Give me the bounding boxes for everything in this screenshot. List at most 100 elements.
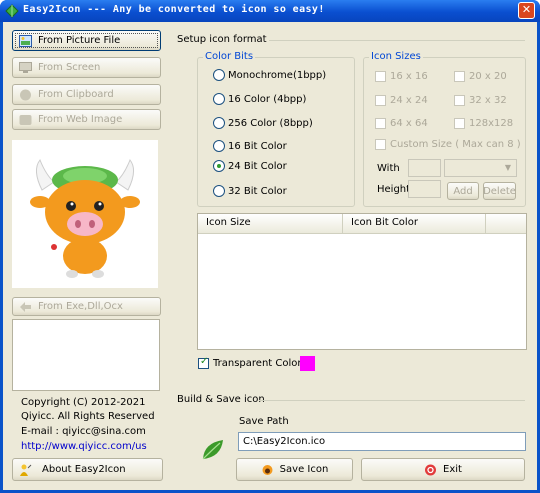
icon-list-table[interactable]: Icon Size Icon Bit Color [197,213,527,350]
size-32-checkbox[interactable]: 32 x 32 [454,95,507,106]
col-header-bit-color[interactable]: Icon Bit Color [343,214,486,234]
radio-256-color[interactable]: 256 Color (8bpp) [213,117,313,129]
from-exe-button[interactable]: From Exe,Dll,Ocx [12,297,161,316]
size-20-checkbox[interactable]: 20 x 20 [454,71,507,82]
transparent-color-swatch[interactable] [300,356,315,371]
checkbox-box [454,95,465,106]
checkbox-box [454,71,465,82]
save-path-input[interactable]: C:\Easy2Icon.ico [238,432,526,451]
radio-label: 256 Color (8bpp) [228,117,313,129]
width-label: With [377,163,400,174]
radio-monochrome[interactable]: Monochrome(1bpp) [213,69,326,81]
radio-dot [213,117,225,129]
save-icon-label: Save Icon [279,464,329,475]
checkbox-label: Custom Size ( Max can 8 ) [390,139,521,150]
checkbox-label: 64 x 64 [390,118,428,129]
build-save-title: Build & Save icon [177,394,265,405]
height-label: Height [377,184,411,195]
exe-icon-list[interactable] [12,319,160,391]
checkbox-label: 20 x 20 [469,71,507,82]
from-clipboard-button[interactable]: From Clipboard [12,84,161,105]
exe-arrow-icon [20,301,31,312]
radio-label: 16 Color (4bpp) [228,93,307,105]
checkbox-box [454,118,465,129]
from-screen-label: From Screen [38,62,101,73]
email-text: E-mail : qiyicc@sina.com [21,426,146,437]
checkbox-box [375,95,386,106]
radio-dot [213,69,225,81]
cow-mascot-image [30,159,140,278]
save-path-label: Save Path [239,416,289,427]
size-128-checkbox[interactable]: 128x128 [454,118,513,129]
clipboard-icon [20,89,31,100]
delete-size-label: Delete [483,185,516,197]
website-link[interactable]: http://www.qiyicc.com/us [21,441,147,452]
radio-dot [213,93,225,105]
size-16-checkbox[interactable]: 16 x 16 [375,71,428,82]
client-area: From Picture File From Screen From Clipb… [3,22,537,490]
color-bits-title: Color Bits [203,51,256,62]
checkbox-box [375,118,386,129]
about-label: About Easy2Icon [42,464,126,475]
app-logo-icon [5,4,19,18]
checkbox-label: 24 x 24 [390,95,428,106]
rights-text: Qiyicc. All Rights Reserved [21,411,155,422]
radio-dot [213,140,225,152]
close-button[interactable]: ✕ [518,2,535,19]
checkbox-label: 32 x 32 [469,95,507,106]
radio-dot-selected [213,160,225,172]
from-web-image-button[interactable]: From Web Image [12,109,161,130]
exit-button[interactable]: Exit [361,458,525,481]
radio-label: 24 Bit Color [228,160,287,172]
from-picture-file-button[interactable]: From Picture File [12,30,161,51]
size-dropdown[interactable]: ▼ [444,159,517,177]
leaf-icon [202,440,223,460]
checkbox-box-checked [198,356,209,369]
size-64-checkbox[interactable]: 64 x 64 [375,118,428,129]
height-input[interactable] [408,180,441,198]
checkbox-box [375,139,386,150]
about-person-icon [20,464,32,476]
from-web-image-label: From Web Image [38,114,123,125]
checkbox-label: 128x128 [469,118,514,129]
exit-label: Exit [443,464,462,475]
radio-16-color[interactable]: 16 Color (4bpp) [213,93,306,105]
window-title: Easy2Icon --- Any be converted to icon s… [23,4,325,15]
build-separator [259,400,525,401]
add-size-button[interactable]: Add [447,182,479,200]
radio-label: 32 Bit Color [228,185,287,197]
from-screen-button[interactable]: From Screen [12,57,161,78]
delete-size-button[interactable]: Delete [483,182,516,200]
preview-panel [12,140,158,288]
table-header: Icon Size Icon Bit Color [198,214,526,234]
chevron-down-icon: ▼ [504,163,512,172]
add-size-label: Add [453,185,473,197]
from-exe-label: From Exe,Dll,Ocx [38,301,123,312]
transparent-color-checkbox[interactable]: Transparent Color [198,356,302,369]
checkbox-label: 16 x 16 [390,71,428,82]
radio-label: Monochrome(1bpp) [228,69,327,81]
radio-label: 16 Bit Color [228,140,287,152]
exit-icon [425,464,437,475]
icon-sizes-title: Icon Sizes [369,51,423,62]
about-button[interactable]: About Easy2Icon [12,458,163,481]
col-header-icon-size[interactable]: Icon Size [198,214,343,234]
screen-icon [19,61,32,73]
transparent-color-label: Transparent Color [213,358,302,369]
title-bar[interactable]: Easy2Icon --- Any be converted to icon s… [0,0,540,22]
checkbox-box [375,71,386,82]
setup-format-title: Setup icon format [177,34,267,45]
radio-16-bit[interactable]: 16 Bit Color [213,140,287,152]
width-input[interactable] [408,159,441,177]
setup-separator [269,40,525,41]
from-clipboard-label: From Clipboard [38,89,114,100]
copyright-text: Copyright (C) 2012-2021 [21,397,146,408]
radio-32-bit[interactable]: 32 Bit Color [213,185,287,197]
custom-size-checkbox[interactable]: Custom Size ( Max can 8 ) [375,139,521,150]
save-cow-icon [262,464,273,475]
radio-dot [213,185,225,197]
app-window: Easy2Icon --- Any be converted to icon s… [0,0,540,493]
save-icon-button[interactable]: Save Icon [236,458,353,481]
radio-24-bit[interactable]: 24 Bit Color [213,160,287,172]
size-24-checkbox[interactable]: 24 x 24 [375,95,428,106]
